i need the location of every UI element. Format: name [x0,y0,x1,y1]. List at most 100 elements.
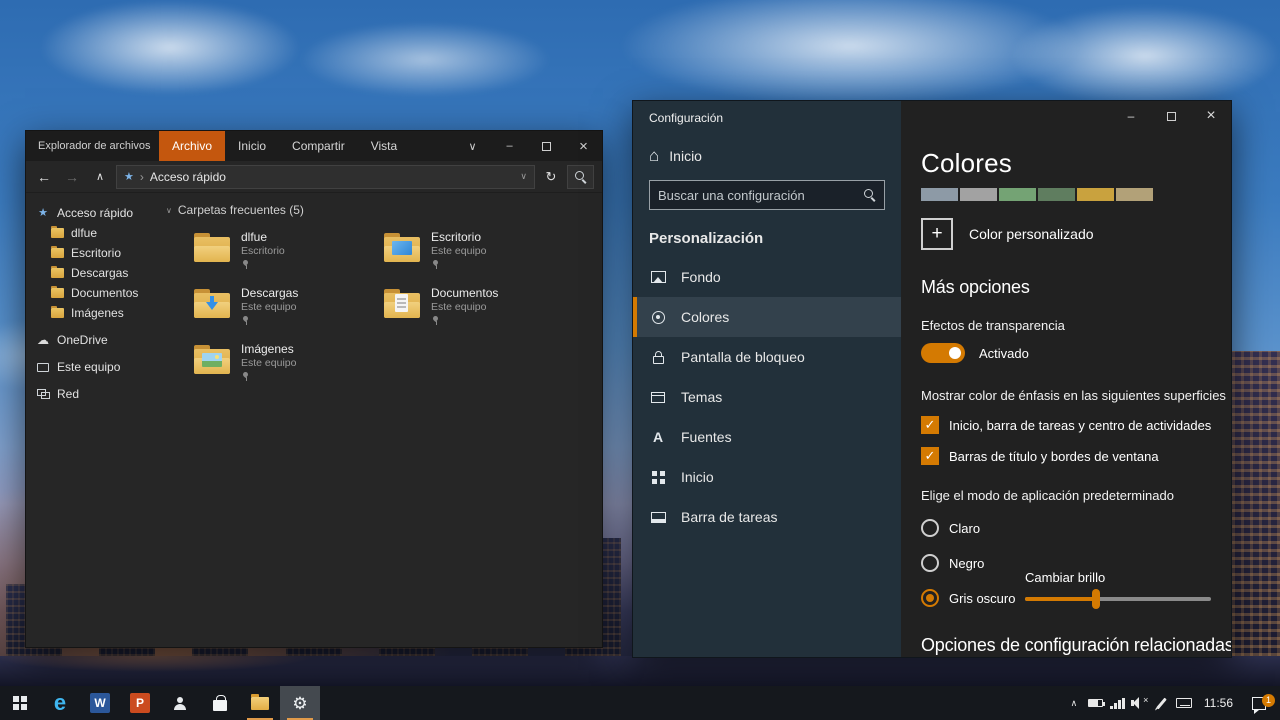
explorer-content: ∨ Carpetas frecuentes (5) dlfue Escritor… [160,193,602,647]
cloud [1010,6,1280,106]
taskbar-word-button[interactable]: W [80,686,120,720]
maximize-button[interactable] [1151,101,1191,131]
settings-search-box[interactable] [649,180,885,210]
keyboard-tray-button[interactable] [1173,686,1195,720]
nav-item-temas[interactable]: Temas [633,377,901,417]
page-title: Colores [921,148,1211,179]
transparency-toggle-row: Activado [921,343,1211,363]
address-bar[interactable]: ★ › Acceso rápido ∨ [116,165,535,189]
sidebar-item-dlfue[interactable]: dlfue [26,223,160,243]
nav-home[interactable]: ⌂ Inicio [633,125,901,164]
explorer-ribbon-tabs: Archivo Inicio Compartir Vista [159,131,410,161]
taskbar-apps: e W P ⚙ [0,686,320,720]
checkbox-checked-icon[interactable]: ✓ [921,447,939,465]
settings-window-title: Configuración [633,101,901,125]
slider-thumb[interactable] [1092,589,1100,609]
frequent-folders-grid: dlfue Escritorio Escritorio Este equipo [194,230,602,393]
start-icon [649,471,667,484]
explorer-titlebar[interactable]: Explorador de archivos Archivo Inicio Co… [26,131,602,161]
radio-claro[interactable]: Claro [921,518,1211,538]
tab-compartir[interactable]: Compartir [279,131,358,161]
more-options-heading: Más opciones [921,277,1211,298]
taskbar-edge-button[interactable]: e [40,686,80,720]
taskbar-people-button[interactable] [160,686,200,720]
taskbar: e W P ⚙ ∧ × 11:56 1 [0,686,1280,720]
search-icon [575,171,587,183]
powerpoint-icon: P [130,693,150,713]
tab-inicio[interactable]: Inicio [225,131,279,161]
start-button[interactable] [0,686,40,720]
minimize-button[interactable]: – [491,131,528,161]
nav-item-inicio[interactable]: Inicio [633,457,901,497]
close-button[interactable]: × [565,131,602,161]
sidebar-item-escritorio[interactable]: Escritorio [26,243,160,263]
color-swatch[interactable] [921,188,958,201]
sidebar-item-acceso-rapido[interactable]: ★ Acceso rápido [26,203,160,223]
group-header-frequent-folders[interactable]: ∨ Carpetas frecuentes (5) [166,203,602,217]
collapse-chevron-icon[interactable]: ∨ [166,206,172,215]
nav-item-fuentes[interactable]: A Fuentes [633,417,901,457]
sidebar-item-este-equipo[interactable]: Este equipo [26,357,160,377]
sidebar-item-imagenes[interactable]: Imágenes [26,303,160,323]
tray-chevron-up[interactable]: ∧ [1063,686,1085,720]
fonts-icon: A [649,430,667,444]
radio-icon[interactable] [921,519,939,537]
explorer-search-box[interactable] [567,165,594,189]
lock-icon [649,351,667,364]
tab-archivo[interactable]: Archivo [159,131,225,161]
minimize-button[interactable]: – [1111,101,1151,131]
folder-tile-escritorio[interactable]: Escritorio Este equipo [384,230,574,281]
folder-tile-imagenes[interactable]: Imágenes Este equipo [194,342,384,393]
nav-item-fondo[interactable]: Fondo [633,257,901,297]
refresh-button[interactable]: ↻ [539,166,563,188]
maximize-icon [1167,112,1176,121]
action-center-button[interactable]: 1 [1242,697,1276,710]
checkbox-title-bars-borders[interactable]: ✓ Barras de título y bordes de ventana [921,447,1211,465]
taskbar-powerpoint-button[interactable]: P [120,686,160,720]
custom-color-button[interactable]: + Color personalizado [921,218,1211,250]
settings-search-input[interactable] [658,188,858,203]
volume-tray-button[interactable]: × [1129,686,1151,720]
radio-selected-icon[interactable] [921,589,939,607]
pen-tray-button[interactable] [1151,686,1173,720]
color-swatch[interactable] [960,188,997,201]
folder-tile-dlfue[interactable]: dlfue Escritorio [194,230,384,281]
brightness-slider[interactable] [1025,597,1211,601]
gear-icon: ⚙ [292,695,307,712]
folder-tile-documentos[interactable]: Documentos Este equipo [384,286,574,337]
nav-item-colores[interactable]: Colores [633,297,901,337]
close-button[interactable]: × [1191,101,1231,131]
nav-item-pantalla-de-bloqueo[interactable]: Pantalla de bloqueo [633,337,901,377]
up-button[interactable]: ∧ [88,166,112,188]
transparency-toggle[interactable] [921,343,965,363]
sidebar-item-onedrive[interactable]: ☁ OneDrive [26,330,160,350]
taskbar-settings-button[interactable]: ⚙ [280,686,320,720]
back-button[interactable]: ← [32,166,56,188]
checkbox-checked-icon[interactable]: ✓ [921,416,939,434]
taskbar-store-button[interactable] [200,686,240,720]
folder-tile-descargas[interactable]: Descargas Este equipo [194,286,384,337]
battery-tray-button[interactable] [1085,686,1107,720]
maximize-button[interactable] [528,131,565,161]
app-mode-options: Claro Negro Gris oscuro Cambiar brillo [921,518,1211,608]
sidebar-item-descargas[interactable]: Descargas [26,263,160,283]
checkbox-start-taskbar-action-center[interactable]: ✓ Inicio, barra de tareas y centro de ac… [921,416,1211,434]
color-swatch[interactable] [999,188,1036,201]
color-swatch[interactable] [1077,188,1114,201]
sidebar-item-red[interactable]: Red [26,384,160,404]
search-icon [864,189,876,201]
sidebar-item-documentos[interactable]: Documentos [26,283,160,303]
radio-icon[interactable] [921,554,939,572]
ribbon-expand-icon[interactable]: ∨ [454,131,491,161]
network-tray-button[interactable] [1107,686,1129,720]
nav-item-barra-de-tareas[interactable]: Barra de tareas [633,497,901,537]
taskbar-clock[interactable]: 11:56 [1195,696,1242,710]
explorer-window-title: Explorador de archivos [26,131,159,161]
address-dropdown-icon[interactable]: ∨ [520,171,527,182]
forward-button[interactable]: → [60,166,84,188]
color-swatch[interactable] [1116,188,1153,201]
color-swatch[interactable] [1038,188,1075,201]
taskbar-explorer-button[interactable] [240,686,280,720]
taskbar-icon [649,512,667,523]
tab-vista[interactable]: Vista [358,131,410,161]
